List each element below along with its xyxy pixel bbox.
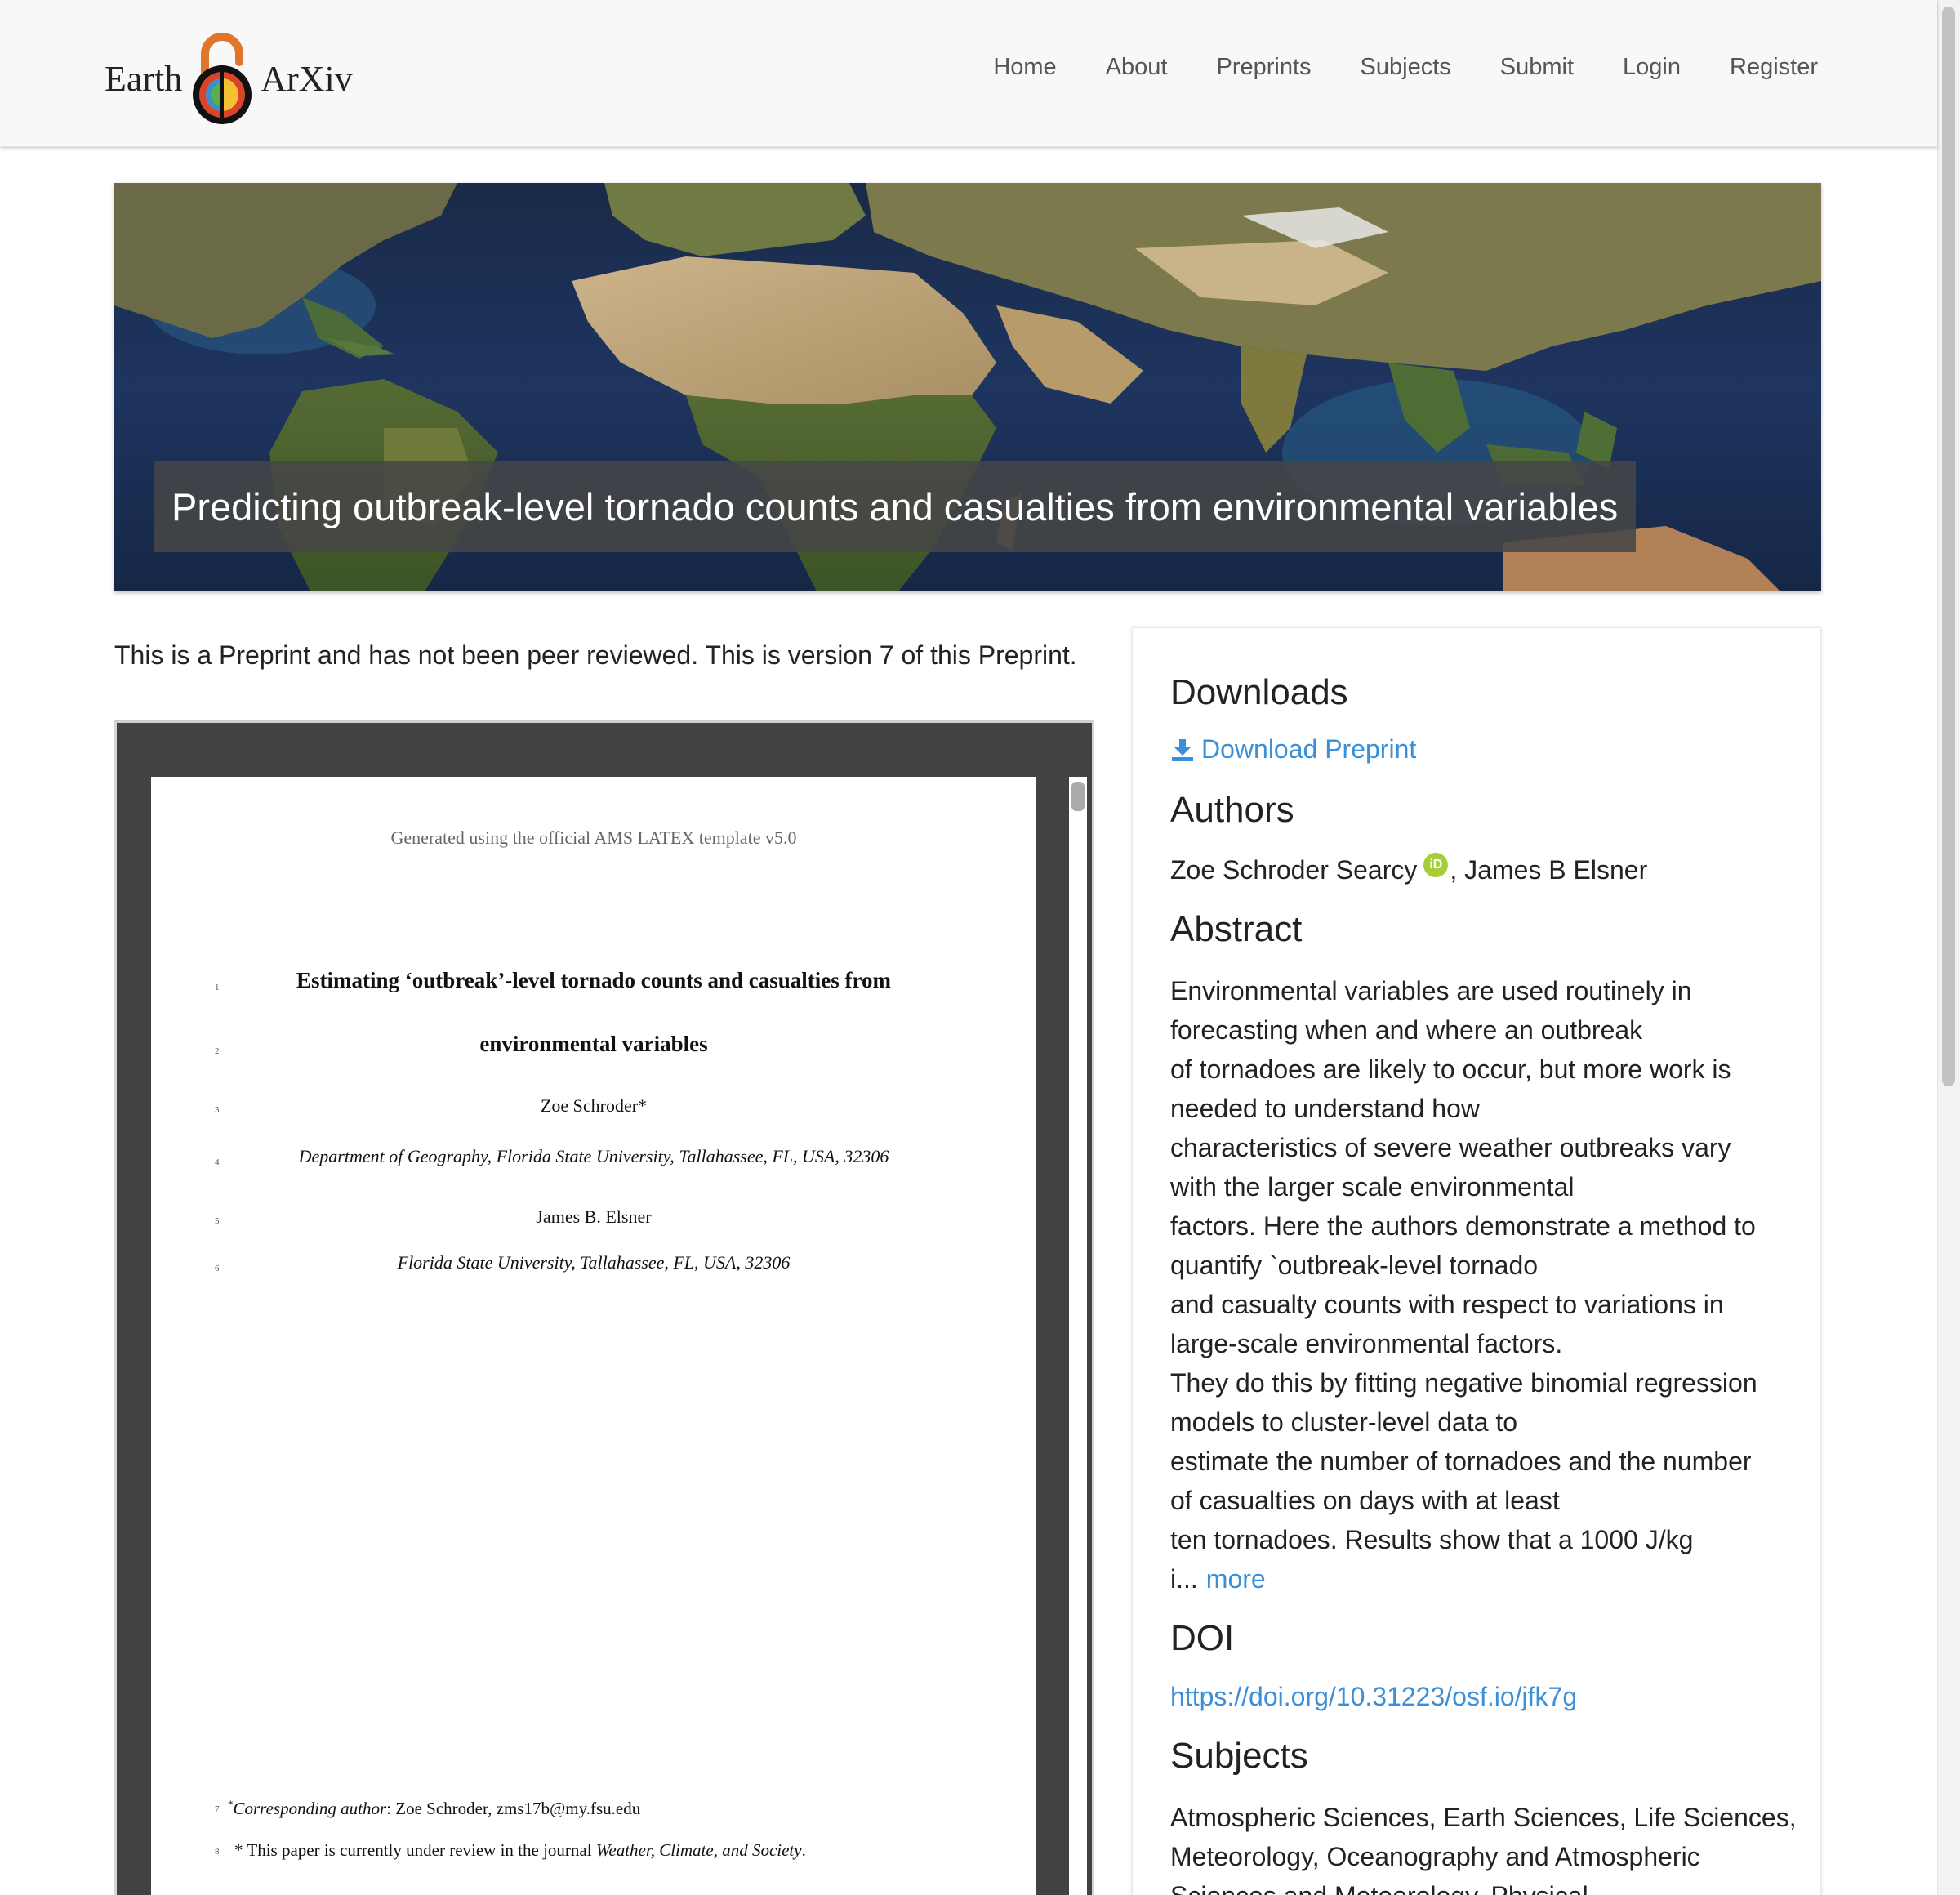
logo-text-earth: Earth [105,58,183,99]
pdf-page: Generated using the official AMS LATEX t… [151,777,1036,1895]
pdf-footnote-1: *Corresponding author: Zoe Schroder, zms… [228,1798,641,1818]
download-preprint-link[interactable]: Download Preprint [1170,734,1416,765]
abstract-heading: Abstract [1170,909,1303,949]
abstract-line: They do this by fitting negative binomia… [1170,1368,1757,1398]
author-link-1[interactable]: Zoe Schroder Searcy [1170,855,1417,885]
doi-link[interactable]: https://doi.org/10.31223/osf.io/jfk7g [1170,1682,1577,1712]
top-navbar: Earth ArXiv Home About Preprints Subject… [0,0,1937,147]
pdf-author-1: Zoe Schroder* [540,1095,648,1116]
abstract-line: models to cluster-level data to [1170,1407,1518,1437]
earth-arxiv-logo[interactable]: Earth ArXiv [105,29,353,127]
page-scrollbar-thumb[interactable] [1942,7,1955,1086]
pdf-footnote-2: * This paper is currently under review i… [234,1840,806,1860]
pdf-header: Generated using the official AMS LATEX t… [390,827,797,848]
downloads-heading: Downloads [1170,672,1348,712]
abstract-line: needed to understand how [1170,1094,1480,1123]
abstract-line: forecasting when and where an outbreak [1170,1015,1643,1045]
nav-preprints[interactable]: Preprints [1216,54,1311,81]
abstract-line: characteristics of severe weather outbre… [1170,1133,1731,1162]
nav-home[interactable]: Home [993,54,1056,81]
orcid-icon[interactable]: iD [1423,852,1449,877]
footnote-journal: Weather, Climate, and Society [595,1840,802,1860]
open-lock-globe-icon [193,33,252,124]
abstract-line-tail: i... more [1170,1559,1799,1598]
download-preprint-label: Download Preprint [1201,734,1417,764]
abstract-line: and casualty counts with respect to vari… [1170,1290,1724,1319]
subjects-heading: Subjects [1170,1736,1308,1776]
nav-about[interactable]: About [1106,54,1168,81]
pdf-viewer[interactable]: Generated using the official AMS LATEX t… [114,720,1094,1895]
preprint-title: Predicting outbreak-level tornado counts… [154,461,1637,552]
line-number: 8 [215,1847,220,1857]
pdf-affiliation-1: Department of Geography, Florida State U… [298,1146,889,1166]
abstract-text: Environmental variables are used routine… [1170,971,1799,1598]
pdf-scrollbar[interactable] [1069,777,1087,1895]
abstract-line: factors. Here the authors demonstrate a … [1170,1211,1756,1241]
main-nav: Home About Preprints Subjects Submit Log… [993,54,1818,81]
preprint-notice: This is a Preprint and has not been peer… [114,640,1077,670]
abstract-line: estimate the number of tornadoes and the… [1170,1447,1752,1476]
download-icon [1172,738,1193,761]
abstract-more-link[interactable]: more [1206,1564,1266,1594]
abstract-line: quantify `outbreak-level tornado [1170,1251,1539,1280]
pdf-author-2: James B. Elsner [536,1206,652,1227]
abstract-truncated-text: i... [1170,1564,1198,1594]
abstract-line: with the larger scale environmental [1170,1172,1575,1202]
abstract-line: of tornadoes are likely to occur, but mo… [1170,1055,1731,1084]
subjects-list: Atmospheric Sciences, Earth Sciences, Li… [1170,1803,1797,1895]
abstract-line: of casualties on days with at least [1170,1486,1560,1515]
pdf-scrollbar-thumb[interactable] [1071,782,1085,811]
logo-text-arxiv: ArXiv [261,58,353,99]
authors-heading: Authors [1170,790,1294,830]
authors-list: Zoe Schroder Searcy iD , James B Elsner [1170,852,1647,885]
footnote-label: Corresponding author [233,1799,387,1818]
author-link-2[interactable]: , James B Elsner [1450,855,1647,885]
preprint-sidebar-card: Downloads Download Preprint Authors Zoe … [1132,627,1821,1895]
nav-subjects[interactable]: Subjects [1361,54,1451,81]
doi-heading: DOI [1170,1618,1235,1658]
abstract-line: Environmental variables are used routine… [1170,976,1692,1005]
hero-banner: Predicting outbreak-level tornado counts… [114,183,1821,591]
pdf-affiliation-2: Florida State University, Tallahassee, F… [397,1252,791,1273]
pdf-title-line-2: environmental variables [479,1032,708,1056]
nav-login[interactable]: Login [1623,54,1681,81]
abstract-line: large-scale environmental factors. [1170,1329,1563,1358]
nav-register[interactable]: Register [1730,54,1818,81]
nav-submit[interactable]: Submit [1500,54,1574,81]
pdf-title-line-1: Estimating ‘outbreak’-level tornado coun… [296,968,891,992]
abstract-line: ten tornadoes. Results show that a 1000 … [1170,1525,1694,1554]
footnote-text: : Zoe Schroder, zms17b@my.fsu.edu [386,1799,641,1818]
footnote-text: * This paper is currently under review i… [234,1840,596,1860]
line-number: 7 [215,1804,220,1814]
